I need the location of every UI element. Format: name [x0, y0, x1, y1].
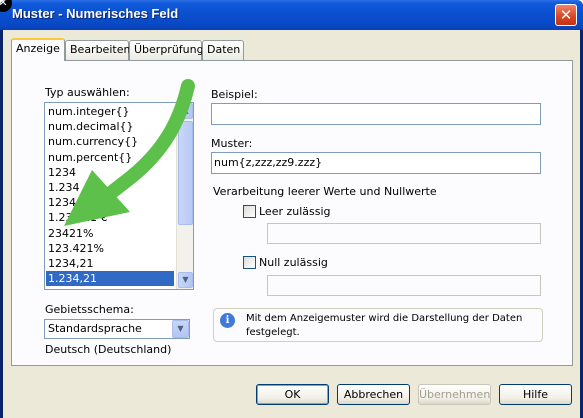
empty-allowed-checkbox[interactable]	[243, 205, 256, 218]
type-list-item[interactable]: num.decimal{}	[46, 119, 174, 134]
info-icon: i	[220, 313, 235, 328]
type-list-item[interactable]: 23421%	[46, 226, 174, 241]
region-select[interactable]: Standardsprache ▼	[44, 319, 190, 339]
example-label: Beispiel:	[211, 88, 258, 101]
apply-button[interactable]: Übernehmen	[418, 384, 491, 405]
title-bar[interactable]: Muster - Numerisches Feld ✕	[0, 0, 583, 30]
pattern-field[interactable]: num{z,zzz,zz9.zzz}	[211, 152, 541, 174]
type-list-item[interactable]: 1234	[46, 165, 174, 180]
type-list-item[interactable]: num.currency{}	[46, 134, 174, 149]
window-title: Muster - Numerisches Feld	[12, 6, 179, 21]
type-list-item[interactable]: 1.234,21 €	[46, 210, 174, 225]
type-list-item[interactable]: 1234,21 €	[46, 195, 174, 210]
scroll-thumb[interactable]	[178, 121, 193, 225]
help-button[interactable]: Hilfe	[499, 384, 572, 405]
tab-anzeige[interactable]: Anzeige	[11, 38, 65, 61]
scroll-down-icon[interactable]: ▼	[178, 272, 193, 288]
close-icon[interactable]: ✕	[555, 4, 577, 26]
listbox-scrollbar[interactable]: ▲ ▼	[176, 103, 193, 289]
region-locale: Deutsch (Deutschland)	[45, 343, 172, 356]
scroll-up-icon[interactable]: ▲	[178, 103, 193, 119]
ok-button[interactable]: OK	[256, 384, 329, 405]
tab-ueberpruefung[interactable]: Überprüfung	[129, 40, 204, 60]
type-list-item[interactable]: num.percent{}	[46, 150, 174, 165]
region-select-value: Standardsprache	[48, 322, 142, 335]
example-field[interactable]	[211, 103, 541, 125]
pattern-label: Muster:	[211, 137, 253, 150]
zero-allowed-checkbox[interactable]	[243, 256, 256, 269]
info-text: Mit dem Anzeigemuster wird die Darstellu…	[246, 313, 523, 338]
type-list-item[interactable]: 1234,21	[46, 256, 174, 271]
empty-allowed-label: Leer zulässig	[259, 205, 331, 218]
type-listbox[interactable]: ▲ ▼ num.integer{} num.decimal{} num.curren…	[44, 102, 194, 290]
type-list-item[interactable]: 1.234,21	[46, 271, 174, 287]
region-label: Gebietsschema:	[45, 303, 134, 316]
empty-value-field[interactable]	[267, 223, 541, 244]
type-list-item[interactable]: num.integer{}	[46, 104, 174, 119]
dialog-window: Muster - Numerisches Feld ✕ ✕ Anzeige Be…	[0, 0, 583, 418]
zero-allowed-label: Null zulässig	[259, 256, 328, 269]
tab-bearbeiten[interactable]: Bearbeiten	[65, 40, 130, 60]
type-list-item[interactable]: 123.421%	[46, 241, 174, 256]
type-list-item[interactable]: 1.234	[46, 180, 174, 195]
zero-value-field[interactable]	[267, 275, 541, 296]
type-label: Typ auswählen:	[45, 86, 130, 99]
chevron-down-icon[interactable]: ▼	[172, 320, 189, 338]
tab-daten[interactable]: Daten	[202, 40, 244, 60]
info-box: i Mit dem Anzeigemuster wird die Darstel…	[213, 308, 543, 342]
empty-null-group-label: Verarbeitung leerer Werte und Nullwerte	[213, 185, 437, 198]
cancel-button[interactable]: Abbrechen	[337, 384, 410, 405]
dialog-body: Anzeige Bearbeiten Überprüfung Daten Typ…	[3, 30, 580, 418]
